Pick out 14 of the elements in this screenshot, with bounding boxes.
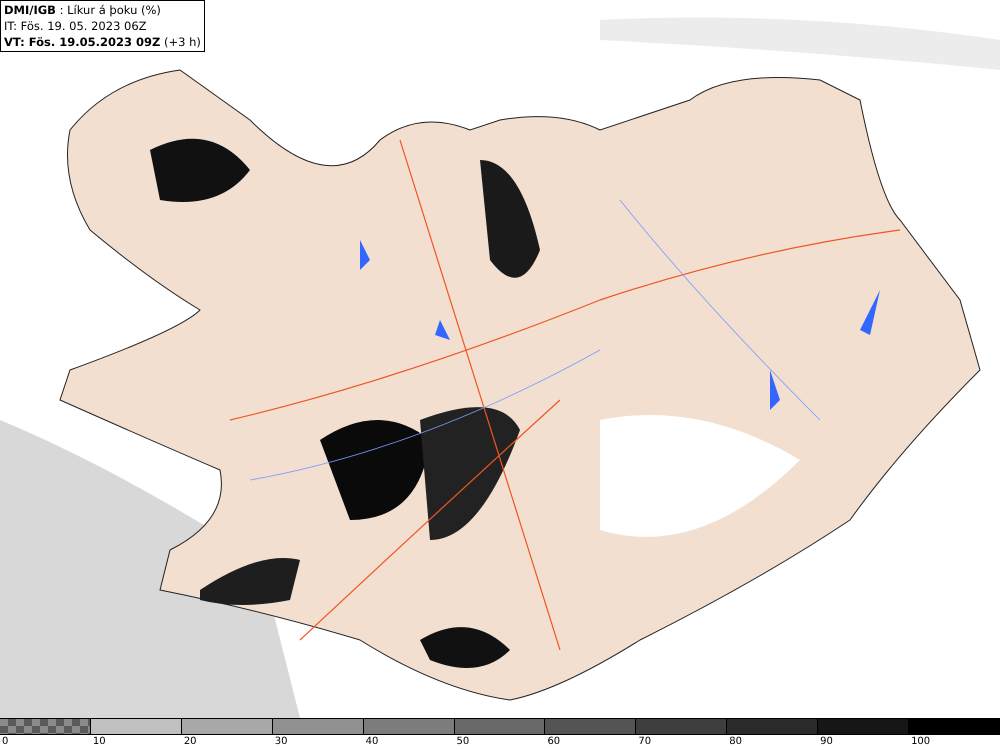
- legend-label: 70: [637, 735, 652, 749]
- legend-label: 90: [819, 735, 833, 749]
- legend-label: 30: [274, 735, 288, 749]
- legend-label: 60: [546, 735, 560, 749]
- legend-label: 0: [1, 735, 8, 749]
- legend-label: 80: [728, 735, 742, 749]
- legend-label: 20: [182, 735, 197, 749]
- header-text: IT: Fös. 19. 05. 2023 06Z: [4, 18, 148, 34]
- legend-label: 50: [456, 735, 470, 749]
- legend-label: 10: [92, 735, 106, 749]
- header-text: VT: Fös. 19.05.2023 09Z (+3 h): [4, 34, 201, 50]
- legend-label: 100: [910, 735, 930, 749]
- header-text: DMI/IGB : Líkur á þoku (%): [4, 2, 162, 18]
- legend-label: 40: [364, 735, 378, 749]
